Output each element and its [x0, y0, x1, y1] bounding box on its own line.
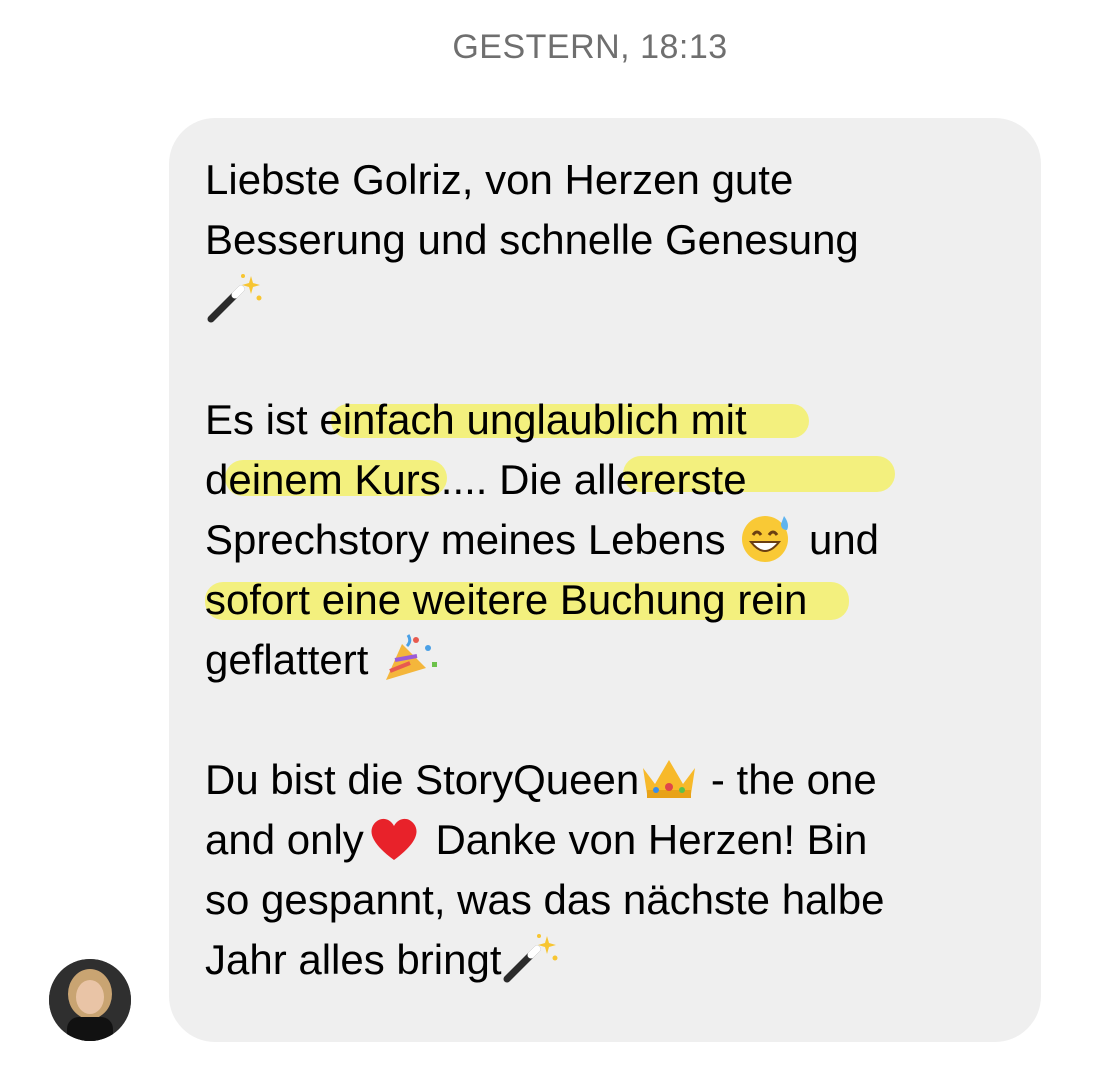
message-line: Du bist die StoryQueen - the one	[205, 750, 1025, 810]
message-line: Sprechstory meines Lebens und	[205, 510, 1025, 570]
message-line: Liebste Golriz, von Herzen gute	[205, 156, 794, 203]
message-text: Liebste Golriz, von Herzen gute Besserun…	[205, 150, 1025, 990]
message-line: Es ist einfach unglaublich mit	[205, 390, 1025, 450]
message-timestamp: GESTERN, 18:13	[452, 28, 728, 66]
message-line	[205, 270, 1025, 330]
message-line: Jahr alles bringt	[205, 930, 1025, 990]
sender-avatar[interactable]	[49, 959, 131, 1041]
message-line: so gespannt, was das nächste halbe	[205, 876, 885, 923]
message-line: geflattert	[205, 630, 1025, 690]
red-heart-icon	[364, 812, 424, 864]
grinning-sweat-icon	[737, 512, 797, 564]
crown-icon	[639, 752, 699, 804]
message-line: sofort eine weitere Buchung rein	[205, 570, 1025, 630]
message-line: deinem Kurs.... Die allererste	[205, 450, 1025, 510]
party-popper-icon	[380, 632, 440, 684]
magic-wand-icon	[205, 272, 265, 324]
message-line: Besserung und schnelle Genesung	[205, 216, 859, 263]
message-line: and only Danke von Herzen! Bin	[205, 810, 1025, 870]
magic-wand-icon	[501, 932, 561, 984]
